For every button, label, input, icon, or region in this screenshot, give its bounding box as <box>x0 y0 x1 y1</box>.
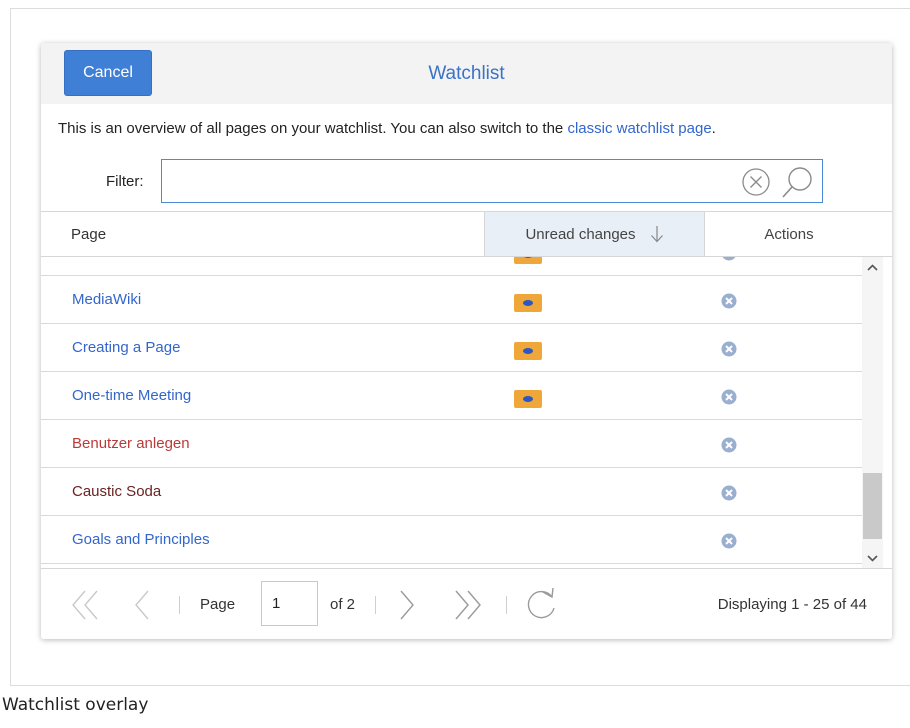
filter-input[interactable] <box>162 160 732 202</box>
scroll-down-icon[interactable] <box>866 553 879 563</box>
classic-watchlist-link[interactable]: classic watchlist page <box>567 120 711 137</box>
table-row: Creating a Page <box>41 324 862 372</box>
first-page-icon[interactable] <box>71 589 99 621</box>
unread-changes-badge[interactable] <box>514 257 542 264</box>
column-header-page[interactable]: Page <box>71 226 106 243</box>
dialog-header <box>41 43 892 104</box>
vertical-scrollbar[interactable] <box>862 257 883 568</box>
displaying-range-text: Displaying 1 - 25 of 44 <box>717 596 867 613</box>
cancel-button[interactable]: Cancel <box>64 50 152 96</box>
grid-body: Hallo Welt! GmbH MediaWiki Creating a Page… <box>41 257 883 568</box>
table-row: Benutzer anlegen <box>41 420 862 468</box>
page-count-label: of 2 <box>330 596 356 613</box>
overview-sentence: This is an overview of all pages on your… <box>58 120 568 137</box>
pager-separator <box>179 596 180 614</box>
page-title-link[interactable]: MediaWiki <box>72 291 141 308</box>
page-title-link[interactable]: Goals and Principles <box>72 531 210 548</box>
page-number-input[interactable] <box>261 581 318 626</box>
page-title-link[interactable]: Caustic Soda <box>72 483 161 500</box>
page-title-link[interactable]: Creating a Page <box>72 339 180 356</box>
table-row: One-time Meeting <box>41 372 862 420</box>
scrollbar-thumb[interactable] <box>863 473 882 539</box>
table-row: Caustic Soda <box>41 468 862 516</box>
remove-from-watchlist-icon[interactable] <box>721 485 737 501</box>
scroll-up-icon[interactable] <box>866 263 879 273</box>
figure-caption: Watchlist overlay <box>2 695 149 715</box>
remove-from-watchlist-icon[interactable] <box>721 293 737 309</box>
remove-from-watchlist-icon[interactable] <box>721 341 737 357</box>
previous-page-icon[interactable] <box>134 589 150 621</box>
search-icon[interactable] <box>780 164 816 200</box>
table-row: MediaWiki <box>41 276 862 324</box>
table-row: Hallo Welt! GmbH <box>41 257 862 276</box>
page-title-link[interactable]: Benutzer anlegen <box>72 435 190 452</box>
page-title-link[interactable]: One-time Meeting <box>72 387 191 404</box>
filter-field <box>161 159 823 203</box>
filter-label: Filter: <box>106 173 144 190</box>
refresh-icon[interactable] <box>521 586 559 622</box>
sort-descending-icon <box>650 226 663 243</box>
clear-filter-icon[interactable] <box>741 167 771 197</box>
pager-separator <box>506 596 507 614</box>
unread-changes-badge[interactable] <box>514 390 542 408</box>
remove-from-watchlist-icon[interactable] <box>721 389 737 405</box>
remove-from-watchlist-icon[interactable] <box>721 437 737 453</box>
remove-from-watchlist-icon[interactable] <box>721 257 737 261</box>
overview-text: This is an overview of all pages on your… <box>58 120 716 137</box>
overview-period: . <box>711 120 716 137</box>
unread-changes-badge[interactable] <box>514 294 542 312</box>
watchlist-dialog: Cancel Watchlist This is an overview of … <box>41 43 892 639</box>
pager-separator <box>375 596 376 614</box>
table-row: Goals and Principles <box>41 516 862 564</box>
grid-header: Page Unread changes Actions <box>41 211 892 257</box>
unread-changes-badge[interactable] <box>514 342 542 360</box>
column-header-unread-label: Unread changes <box>525 225 636 243</box>
page-title-link[interactable]: Hallo Welt! GmbH <box>72 257 192 260</box>
pagination-toolbar: Page of 2 Displaying 1 - 25 of 44 <box>41 568 892 639</box>
last-page-icon[interactable] <box>454 589 482 621</box>
next-page-icon[interactable] <box>399 589 415 621</box>
remove-from-watchlist-icon[interactable] <box>721 533 737 549</box>
page-label: Page <box>200 596 236 613</box>
column-header-actions: Actions <box>764 225 814 243</box>
column-header-unread-changes[interactable]: Unread changes <box>484 212 705 256</box>
